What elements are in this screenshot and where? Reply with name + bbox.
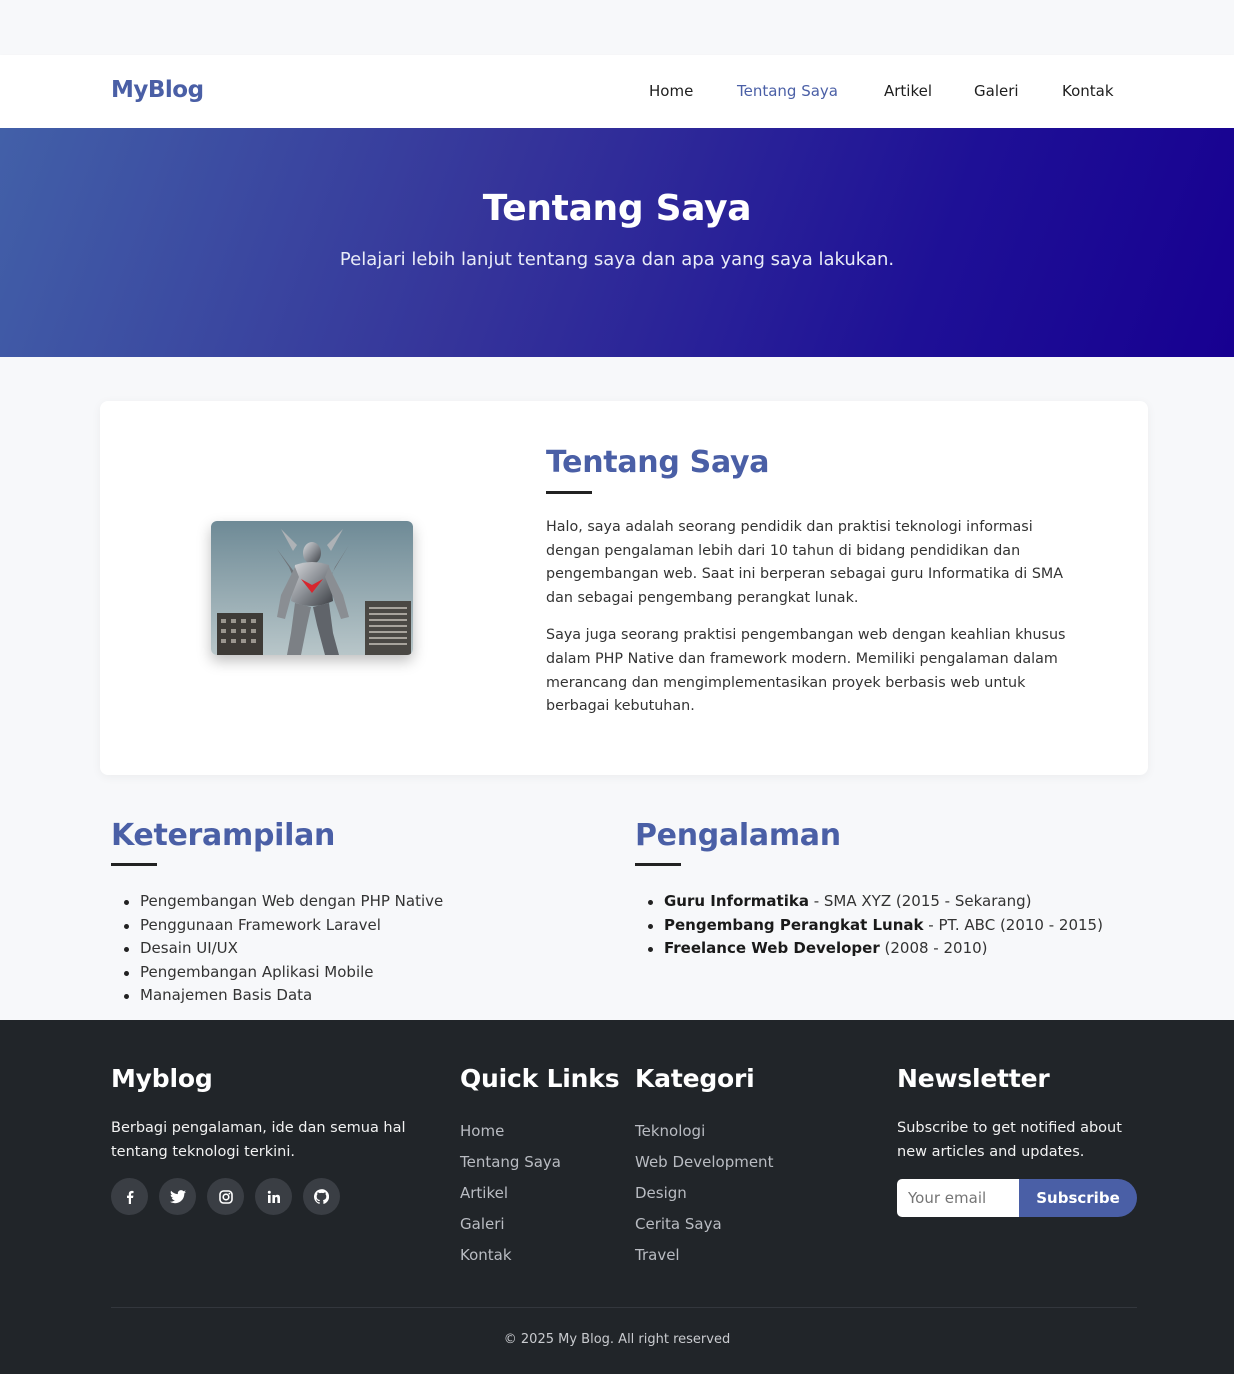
instagram-icon[interactable] [207,1178,244,1215]
footer-link-kontak[interactable]: Kontak [460,1240,561,1271]
experience-detail: - SMA XYZ (2015 - Sekarang) [808,892,1032,910]
hero-title: Tentang Saya [482,188,752,229]
copyright-text: © 2025 My Blog. All right reserved [503,1332,731,1347]
newsletter-description-line: Subscribe to get notified about [897,1120,1122,1136]
experience-role: Freelance Web Developer [664,939,880,957]
nav-kontak[interactable]: Kontak [1062,82,1114,100]
category-link-cerita-saya[interactable]: Cerita Saya [635,1209,773,1240]
footer-link-tentang-saya[interactable]: Tentang Saya [460,1147,561,1178]
about-title: Tentang Saya [546,445,770,480]
about-text: Tentang Saya Halo, saya adalah seorang p… [546,445,1066,733]
subscribe-button[interactable]: Subscribe [1019,1179,1137,1217]
skills-section: Keterampilan Pengembangan Web dengan PHP… [111,818,611,1008]
skills-title: Keterampilan [111,818,336,853]
hero-subtitle: Pelajari lebih lanjut tentang saya dan a… [339,249,895,270]
github-icon[interactable] [303,1178,340,1215]
experience-role: Guru Informatika [664,892,809,910]
categories-title: Kategori [635,1064,755,1093]
footer-description-line: Berbagi pengalaman, ide dan semua hal [111,1120,406,1136]
about-card: Tentang Saya Halo, saya adalah seorang p… [100,401,1148,775]
categories-list: Teknologi Web Development Design Cerita … [635,1116,773,1271]
footer-description-line: tentang teknologi terkini. [111,1144,295,1160]
category-link-teknologi[interactable]: Teknologi [635,1116,773,1147]
quick-links-title: Quick Links [460,1064,620,1093]
experience-section: Pengalaman Guru Informatika - SMA XYZ (2… [635,818,1135,961]
list-item: Desain UI/UX [124,937,611,961]
category-link-web-development[interactable]: Web Development [635,1147,773,1178]
experience-title: Pengalaman [635,818,841,853]
newsletter-description-line: new articles and updates. [897,1144,1085,1160]
profile-photo [211,521,413,655]
experience-detail: (2008 - 2010) [879,939,988,957]
title-underline [111,863,157,866]
footer-link-home[interactable]: Home [460,1116,561,1147]
list-item: Pengembangan Web dengan PHP Native [124,890,611,914]
footer: Myblog Berbagi pengalaman, ide dan semua… [0,1020,1234,1374]
nav-galeri[interactable]: Galeri [974,82,1019,100]
quick-links-list: Home Tentang Saya Artikel Galeri Kontak [460,1116,561,1271]
navbar: MyBlog Home Tentang Saya Artikel Galeri … [0,55,1234,128]
nav-home[interactable]: Home [649,82,693,100]
skills-list: Pengembangan Web dengan PHP Native Pengg… [111,890,611,1008]
footer-link-galeri[interactable]: Galeri [460,1209,561,1240]
experience-role: Pengembang Perangkat Lunak [664,915,924,934]
experience-list: Guru Informatika - SMA XYZ (2015 - Sekar… [635,890,1135,961]
main-nav: Home Tentang Saya Artikel Galeri Kontak [0,55,1234,128]
title-underline [635,863,681,866]
category-link-design[interactable]: Design [635,1178,773,1209]
footer-divider [111,1307,1137,1308]
about-paragraph: Halo, saya adalah seorang pendidik dan p… [546,519,1064,606]
page-top-strip [0,0,1234,55]
footer-description: Berbagi pengalaman, ide dan semua hal te… [111,1116,406,1164]
list-item: Pengembangan Aplikasi Mobile [124,961,611,985]
list-item: Freelance Web Developer (2008 - 2010) [648,937,1135,961]
email-field[interactable] [897,1179,1021,1217]
list-item: Guru Informatika - SMA XYZ (2015 - Sekar… [648,890,1135,914]
newsletter-form: Subscribe [897,1179,1137,1217]
about-paragraph: Saya juga seorang praktisi pengembangan … [546,627,1066,715]
facebook-icon[interactable] [111,1178,148,1215]
footer-link-artikel[interactable]: Artikel [460,1178,561,1209]
newsletter-description: Subscribe to get notified about new arti… [897,1116,1122,1164]
nav-artikel[interactable]: Artikel [884,82,932,100]
category-link-travel[interactable]: Travel [635,1240,773,1271]
linkedin-icon[interactable] [255,1178,292,1215]
twitter-icon[interactable] [159,1178,196,1215]
list-item: Penggunaan Framework Laravel [124,914,611,938]
footer-brand-title: Myblog [111,1064,213,1093]
title-underline [546,491,592,494]
newsletter-title: Newsletter [897,1064,1050,1093]
nav-tentang-saya[interactable]: Tentang Saya [737,82,838,100]
experience-detail: - PT. ABC (2010 - 2015) [923,915,1103,934]
list-item: Manajemen Basis Data [124,984,611,1008]
list-item: Pengembang Perangkat Lunak - PT. ABC (20… [648,914,1135,938]
hero-banner: Tentang Saya Pelajari lebih lanjut tenta… [0,128,1234,357]
